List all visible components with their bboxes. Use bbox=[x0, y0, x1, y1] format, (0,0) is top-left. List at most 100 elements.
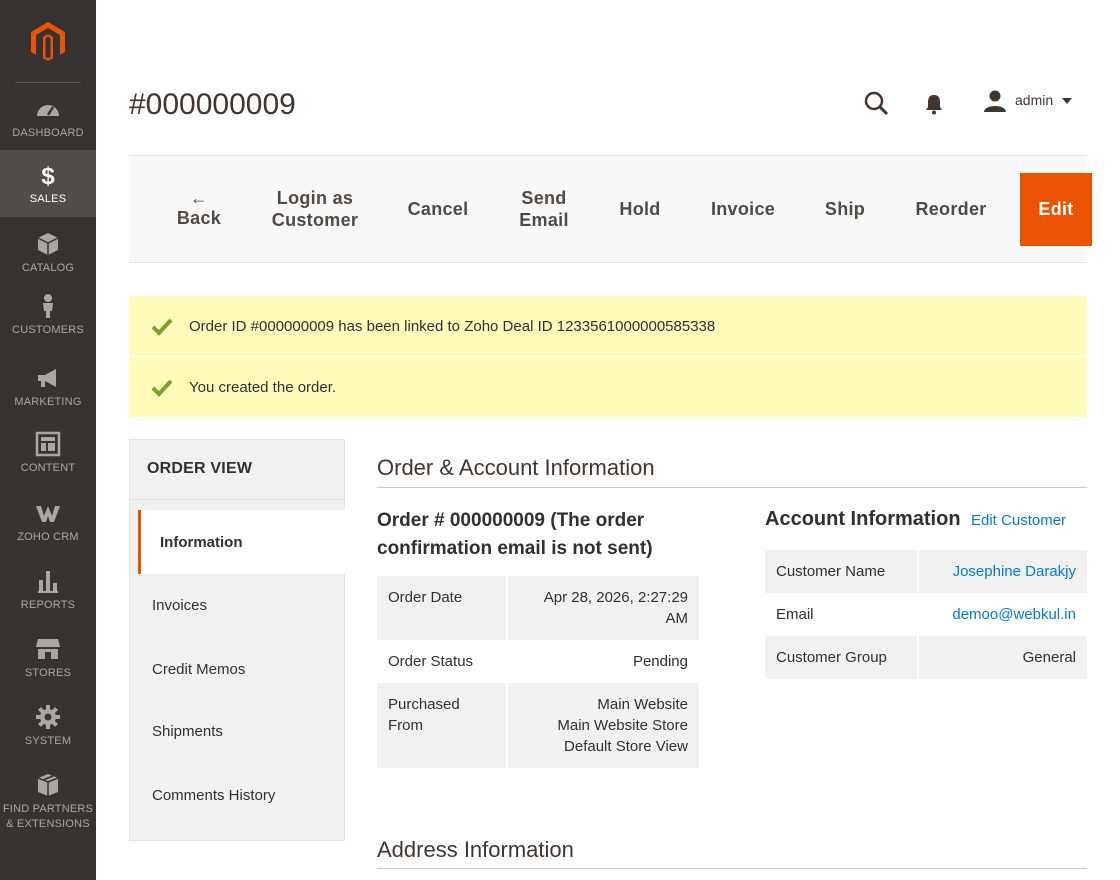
arrow-left-icon: ← bbox=[189, 188, 209, 208]
order-status-value: Pending bbox=[632, 653, 688, 670]
user-icon[interactable] bbox=[982, 89, 1008, 113]
nav-marketing[interactable]: MARKETING bbox=[0, 365, 96, 419]
table-row: Order Date Apr 28, 2026, 2:27:29 AM bbox=[377, 576, 699, 640]
purchased-from-website: Main Website bbox=[597, 696, 688, 713]
tab-invoices[interactable]: Invoices bbox=[130, 573, 344, 637]
table-row: Order Status Pending bbox=[377, 640, 699, 683]
checkmark-icon bbox=[151, 379, 173, 397]
section-title-address: Address Information bbox=[377, 837, 574, 862]
hold-button[interactable]: Hold bbox=[613, 156, 667, 262]
nav-dashboard[interactable]: DASHBOARD bbox=[0, 96, 96, 150]
nav-reports[interactable]: REPORTS bbox=[0, 568, 96, 622]
chevron-down-icon[interactable] bbox=[1062, 98, 1072, 104]
table-row: Customer Name Josephine Darakjy bbox=[765, 550, 1087, 593]
tab-information[interactable]: Information bbox=[138, 510, 345, 574]
nav-label: SALES bbox=[29, 193, 67, 205]
zoho-icon bbox=[36, 506, 60, 522]
order-heading: Order # 000000009 (The order confirmatio… bbox=[377, 510, 653, 559]
invoice-button[interactable]: Invoice bbox=[705, 156, 781, 262]
bell-icon[interactable] bbox=[922, 92, 946, 116]
order-view-tabs: ORDER VIEW Information Invoices Credit M… bbox=[129, 439, 345, 841]
nav-customers[interactable]: CUSTOMERS bbox=[0, 293, 96, 347]
ship-button[interactable]: Ship bbox=[820, 156, 870, 262]
nav-label: DASHBOARD bbox=[12, 127, 84, 139]
edit-customer-link[interactable]: Edit Customer bbox=[971, 512, 1066, 529]
nav-find-partners[interactable]: FIND PARTNERS & EXTENSIONS bbox=[0, 772, 96, 832]
layout-icon bbox=[35, 431, 61, 457]
nav-sales[interactable]: $ SALES bbox=[0, 150, 96, 217]
search-icon[interactable] bbox=[863, 90, 889, 116]
box-icon bbox=[37, 774, 59, 796]
edit-button[interactable]: Edit bbox=[1020, 173, 1092, 246]
svg-text:$: $ bbox=[41, 163, 55, 188]
dashboard-icon bbox=[37, 105, 59, 116]
cancel-label: Cancel bbox=[407, 199, 469, 219]
back-button[interactable]: ← Back bbox=[167, 156, 231, 262]
reorder-label: Reorder bbox=[915, 199, 987, 219]
customer-group-label: Customer Group bbox=[765, 636, 919, 679]
back-label: Back bbox=[176, 208, 222, 228]
checkmark-icon bbox=[151, 318, 173, 336]
nav-content[interactable]: CONTENT bbox=[0, 431, 96, 485]
nav-label-line2: & EXTENSIONS bbox=[6, 818, 90, 830]
login-label-line2: Customer bbox=[271, 210, 359, 230]
nav-zoho-crm[interactable]: ZOHO CRM bbox=[0, 500, 96, 554]
reorder-button[interactable]: Reorder bbox=[909, 156, 993, 262]
purchased-from-value: Main Website Main Website Store Default … bbox=[507, 683, 699, 768]
send-email-button[interactable]: Send Email bbox=[513, 156, 575, 262]
tab-credit-memos[interactable]: Credit Memos bbox=[130, 637, 344, 701]
table-row: Purchased From Main Website Main Website… bbox=[377, 683, 699, 768]
customer-name-link[interactable]: Josephine Darakjy bbox=[953, 563, 1076, 580]
hold-label: Hold bbox=[619, 199, 661, 219]
account-info-table: Customer Name Josephine Darakjy Email de… bbox=[765, 550, 1087, 679]
login-label-line1: Login as bbox=[276, 188, 354, 208]
tabs-title: ORDER VIEW bbox=[147, 460, 253, 477]
nav-catalog[interactable]: CATALOG bbox=[0, 231, 96, 285]
table-row: Customer Group General bbox=[765, 636, 1087, 679]
nav-system[interactable]: SYSTEM bbox=[0, 704, 96, 758]
purchased-from-store: Main Website Store bbox=[557, 717, 688, 734]
login-as-customer-button[interactable]: Login as Customer bbox=[263, 156, 367, 262]
section-divider bbox=[377, 487, 1087, 488]
nav-label: STORES bbox=[24, 667, 72, 679]
nav-label-line1: FIND PARTNERS bbox=[2, 803, 94, 815]
nav-label: SYSTEM bbox=[24, 735, 72, 747]
tab-comments-history[interactable]: Comments History bbox=[130, 763, 344, 827]
account-information-title: Account Information bbox=[765, 508, 961, 530]
send-label-line1: Send bbox=[521, 188, 567, 208]
cancel-button[interactable]: Cancel bbox=[403, 156, 473, 262]
purchased-from-store-view: Default Store View bbox=[564, 738, 688, 755]
success-message: Order ID #000000009 has been linked to Z… bbox=[129, 296, 1087, 356]
admin-sidebar: DASHBOARD $ SALES CATALOG CUSTOMERS MARK… bbox=[0, 0, 96, 880]
nav-label: CONTENT bbox=[20, 462, 76, 474]
order-info-table: Order Date Apr 28, 2026, 2:27:29 AM Orde… bbox=[377, 576, 699, 768]
success-message: You created the order. bbox=[129, 357, 1087, 417]
gear-icon bbox=[36, 705, 60, 729]
customer-group-value: General bbox=[918, 636, 1087, 679]
ship-label: Ship bbox=[824, 199, 866, 219]
table-row: Email demoo@webkul.in bbox=[765, 593, 1087, 636]
magento-logo[interactable] bbox=[27, 20, 69, 62]
person-icon bbox=[43, 294, 53, 318]
message-text: Order ID #000000009 has been linked to Z… bbox=[189, 317, 716, 335]
order-status-label: Order Status bbox=[377, 640, 508, 683]
nav-stores[interactable]: STORES bbox=[0, 636, 96, 690]
megaphone-icon bbox=[38, 369, 56, 387]
tabs-divider bbox=[130, 499, 344, 500]
customer-name-cell: Josephine Darakjy bbox=[918, 550, 1087, 593]
nav-label: REPORTS bbox=[20, 599, 76, 611]
nav-label: CUSTOMERS bbox=[12, 324, 84, 336]
order-date-label: Order Date bbox=[377, 576, 508, 640]
tab-shipments[interactable]: Shipments bbox=[130, 699, 344, 763]
dollar-icon: $ bbox=[41, 163, 55, 188]
invoice-label: Invoice bbox=[710, 199, 776, 219]
email-link[interactable]: demoo@webkul.in bbox=[952, 606, 1076, 623]
nav-label: ZOHO CRM bbox=[17, 531, 79, 543]
admin-user-menu[interactable]: admin bbox=[1015, 92, 1053, 108]
bar-chart-icon bbox=[38, 571, 58, 593]
page-title: #000000009 bbox=[129, 88, 296, 121]
section-divider bbox=[377, 868, 1087, 869]
message-text: You created the order. bbox=[189, 378, 337, 396]
purchased-from-label: Purchased From bbox=[377, 683, 508, 768]
section-title-order-account: Order & Account Information bbox=[377, 455, 655, 480]
